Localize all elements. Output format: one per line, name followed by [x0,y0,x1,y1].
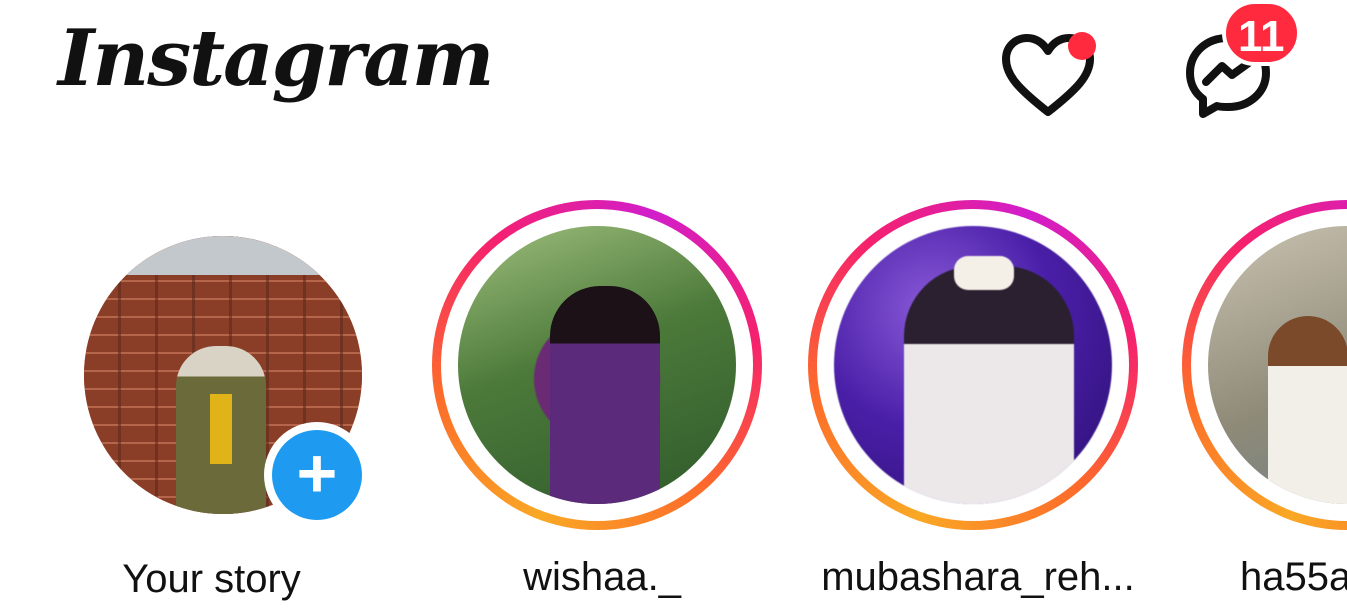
story-item[interactable]: mubashara_reh... [808,200,1148,616]
notifications-button[interactable] [1000,32,1100,122]
add-story-button[interactable]: + [264,422,370,528]
notification-dot [1068,32,1096,60]
story-your-story[interactable]: + Your story [44,200,384,616]
messages-button[interactable]: 11 [1180,0,1305,125]
story-item[interactable]: wishaa._ [432,200,772,616]
story-label: ha55a [1240,555,1347,599]
story-label: wishaa._ [523,555,681,599]
instagram-logo[interactable]: Instagram [58,20,494,98]
avatar [834,226,1112,504]
top-bar: Instagram 11 [0,0,1347,170]
story-label: Your story [122,557,301,601]
story-label: mubashara_reh... [821,555,1135,599]
messages-badge: 11 [1222,0,1301,66]
story-item[interactable]: ha55a [1182,200,1347,616]
plus-icon: + [272,430,362,520]
avatar [458,226,736,504]
